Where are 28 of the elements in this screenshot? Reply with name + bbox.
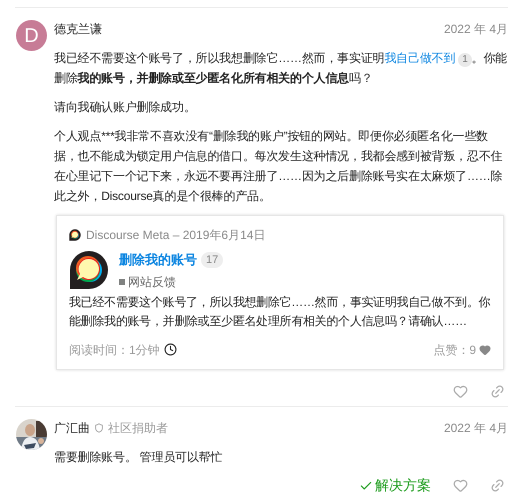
post-paragraph: 个人观点***我非常不喜欢没有“删除我的账户”按钮的网站。即便你必须匿名化一些数据，也不能成为锁定用户信息的借口。每次发生这种情况，我都会感到被背叛，忍不住在心里记下一个记下来，永远不要再注册了……因为之后删除账号实在太麻烦了……除此之外，Discourse真的是个很棒的产品。 xyxy=(54,128,504,205)
avatar[interactable]: D xyxy=(16,20,47,51)
click-count-badge: 1 xyxy=(458,53,472,67)
category-label[interactable]: 网站反馈 xyxy=(128,272,176,290)
author-role: 社区捐助者 xyxy=(108,420,168,436)
preview-excerpt: 我已经不需要这个账号了，所以我想删除它……然而，事实证明我自己做不到。你能删除我的账号，并删除或至少匿名处理所有相关的个人信息吗？请确认…… xyxy=(69,294,491,330)
like-count: 点赞：9 xyxy=(433,342,476,358)
site-logo xyxy=(69,250,109,290)
preview-source[interactable]: Discourse Meta – 2019年6月14日 xyxy=(86,226,266,244)
solution-button[interactable]: 解决方案 xyxy=(359,475,431,496)
shield-icon xyxy=(94,422,104,432)
clock-icon xyxy=(164,343,177,356)
link-preview-card[interactable]: Discourse Meta – 2019年6月14日 删除我的账号 17 网站反馈 我已经不需要这个账号了，所以我想删除它……然而，事实证明我自己做不到。你能删除我的账号，并删除或至少匿名处理所有相关的个人信息吗？请确认…… 阅读时间：1分钟 点赞：9 xyxy=(56,215,504,370)
post-paragraph: 我已经不需要这个账号了，所以我想删除它……然而，事实证明我自己做不到 1 。你能删除我的账号，并删除或至少匿名化所有相关的个人信息吗？ xyxy=(54,50,508,87)
author-name[interactable]: 德克兰谦 xyxy=(54,20,102,38)
site-logo-icon xyxy=(69,229,81,241)
like-icon[interactable] xyxy=(453,384,468,399)
heart-icon xyxy=(479,344,491,356)
post-paragraph: 需要删除账号。 管理员可以帮忙 xyxy=(54,448,224,466)
topic-title[interactable]: 删除我的账号 xyxy=(119,250,197,270)
read-time: 阅读时间：1分钟 xyxy=(69,342,160,358)
reply-count-badge: 17 xyxy=(201,252,224,268)
post-date[interactable]: 2022 年 4月 xyxy=(444,20,508,38)
post-date[interactable]: 2022 年 4月 xyxy=(444,418,508,436)
post-paragraph: 请向我确认账户删除成功。 xyxy=(54,99,197,116)
post-link[interactable]: 我自己做不到 xyxy=(384,51,456,65)
like-icon[interactable] xyxy=(453,478,468,493)
author-name[interactable]: 广汇曲 xyxy=(54,418,90,436)
